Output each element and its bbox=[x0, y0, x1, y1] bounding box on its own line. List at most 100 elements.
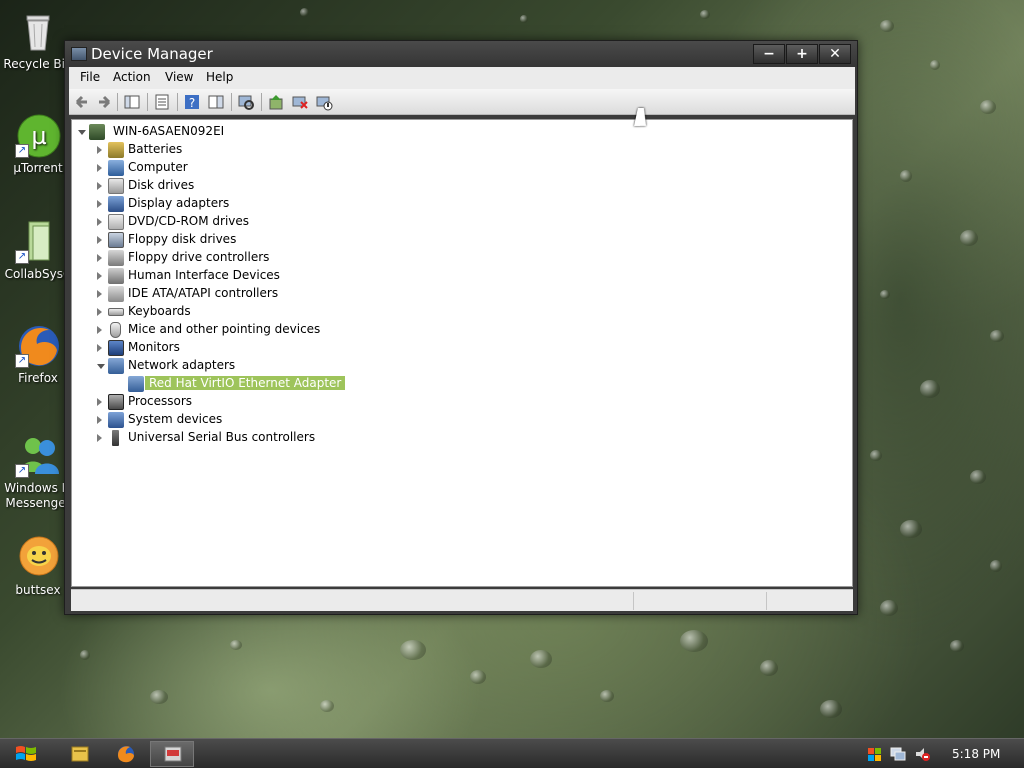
expand-arrow-icon[interactable] bbox=[97, 254, 102, 262]
toolbar-separator bbox=[261, 93, 262, 111]
windows-logo-icon bbox=[16, 746, 36, 761]
device-manager-window[interactable]: Device Manager − + ✕ File Action View He… bbox=[64, 40, 858, 615]
window-title: Device Manager bbox=[91, 45, 213, 63]
ide-controller-icon bbox=[108, 286, 124, 302]
disk-drive-icon bbox=[108, 178, 124, 194]
scan-hardware-changes-icon[interactable] bbox=[237, 93, 255, 111]
volume-muted-icon[interactable] bbox=[914, 746, 930, 762]
expand-arrow-icon[interactable] bbox=[97, 182, 102, 190]
collapse-arrow-icon[interactable] bbox=[97, 364, 105, 369]
battery-icon bbox=[108, 142, 124, 158]
tree-item-label: Keyboards bbox=[128, 304, 191, 318]
device-tree[interactable]: WIN-6ASAEN092EI Batteries Computer Disk … bbox=[71, 119, 853, 587]
hid-icon bbox=[108, 268, 124, 284]
system-device-icon bbox=[108, 412, 124, 428]
taskbar-explorer-button[interactable] bbox=[58, 741, 102, 767]
expand-arrow-icon[interactable] bbox=[97, 146, 102, 154]
menu-action[interactable]: Action bbox=[113, 70, 151, 84]
network-tray-icon[interactable] bbox=[890, 746, 906, 762]
menu-help[interactable]: Help bbox=[206, 70, 233, 84]
toolbar-separator bbox=[147, 93, 148, 111]
help-icon[interactable]: ? bbox=[183, 93, 201, 111]
title-bar[interactable]: Device Manager − + ✕ bbox=[65, 41, 857, 67]
tree-item-label: Floppy drive controllers bbox=[128, 250, 270, 264]
tree-item-label: Computer bbox=[128, 160, 188, 174]
expand-arrow-icon[interactable] bbox=[97, 164, 102, 172]
show-hide-action-pane-icon[interactable] bbox=[207, 93, 225, 111]
tree-item-label: IDE ATA/ATAPI controllers bbox=[128, 286, 279, 300]
network-adapter-icon bbox=[128, 376, 144, 392]
menu-file[interactable]: File bbox=[80, 70, 100, 84]
device-manager-app-icon bbox=[71, 47, 87, 61]
expand-arrow-icon[interactable] bbox=[97, 236, 102, 244]
computer-icon bbox=[108, 160, 124, 176]
expand-arrow-icon[interactable] bbox=[97, 326, 102, 334]
monitor-icon bbox=[108, 340, 124, 356]
usb-icon bbox=[112, 430, 119, 446]
expand-arrow-icon[interactable] bbox=[97, 218, 102, 226]
display-adapter-icon bbox=[108, 196, 124, 212]
tree-root-label: WIN-6ASAEN092EI bbox=[113, 124, 225, 138]
disable-device-icon[interactable] bbox=[315, 93, 333, 111]
expand-arrow-icon[interactable] bbox=[97, 272, 102, 280]
tree-item-label: Display adapters bbox=[128, 196, 230, 210]
tree-item-label: Mice and other pointing devices bbox=[128, 322, 321, 336]
keyboard-icon bbox=[108, 308, 124, 316]
utorrent-icon: µ ↗ bbox=[15, 112, 61, 158]
dvd-drive-icon bbox=[108, 214, 124, 230]
taskbar-device-manager-button[interactable] bbox=[150, 741, 194, 767]
tree-item-label: System devices bbox=[128, 412, 223, 426]
status-divider bbox=[766, 592, 767, 610]
back-icon[interactable] bbox=[73, 93, 91, 111]
status-bar bbox=[71, 589, 853, 611]
taskbar-clock[interactable]: 5:18 PM bbox=[952, 747, 1000, 761]
menu-view[interactable]: View bbox=[165, 70, 193, 84]
tree-item-label: Floppy disk drives bbox=[128, 232, 237, 246]
shortcut-arrow-icon: ↗ bbox=[15, 464, 29, 478]
close-button[interactable]: ✕ bbox=[819, 44, 851, 64]
tree-item-label: Red Hat VirtIO Ethernet Adapter bbox=[145, 376, 346, 390]
uninstall-device-icon[interactable] bbox=[291, 93, 309, 111]
floppy-disk-icon bbox=[108, 232, 124, 248]
properties-icon[interactable] bbox=[153, 93, 171, 111]
expand-arrow-icon[interactable] bbox=[97, 308, 102, 316]
network-adapter-icon bbox=[108, 358, 124, 374]
svg-text:µ: µ bbox=[31, 122, 46, 150]
svg-text:?: ? bbox=[189, 96, 195, 110]
taskbar: 5:18 PM bbox=[0, 738, 1024, 768]
computer-icon bbox=[89, 124, 105, 140]
menu-bar: File Action View Help bbox=[69, 67, 855, 89]
show-hide-console-tree-icon[interactable] bbox=[123, 93, 141, 111]
toolbar-separator bbox=[117, 93, 118, 111]
recycle-bin-icon bbox=[15, 8, 61, 54]
collapse-arrow-icon[interactable] bbox=[78, 130, 86, 135]
controller-icon bbox=[108, 250, 124, 266]
tree-item-label: Batteries bbox=[128, 142, 183, 156]
expand-arrow-icon[interactable] bbox=[97, 290, 102, 298]
minimize-button[interactable]: − bbox=[753, 44, 785, 64]
update-driver-icon[interactable] bbox=[267, 93, 285, 111]
collabsys-icon: ↗ bbox=[15, 218, 61, 264]
expand-arrow-icon[interactable] bbox=[97, 344, 102, 352]
start-button[interactable] bbox=[14, 743, 38, 765]
expand-arrow-icon[interactable] bbox=[97, 434, 102, 442]
action-center-flag-icon[interactable] bbox=[866, 746, 882, 762]
shortcut-arrow-icon: ↗ bbox=[15, 144, 29, 158]
firefox-icon: ↗ bbox=[15, 322, 61, 368]
processor-icon bbox=[108, 394, 124, 410]
tree-item-label: Processors bbox=[128, 394, 193, 408]
expand-arrow-icon[interactable] bbox=[97, 398, 102, 406]
taskbar-firefox-button[interactable] bbox=[104, 741, 148, 767]
shortcut-arrow-icon: ↗ bbox=[15, 250, 29, 264]
tree-item-label: DVD/CD-ROM drives bbox=[128, 214, 250, 228]
forward-icon[interactable] bbox=[95, 93, 113, 111]
shortcut-arrow-icon: ↗ bbox=[15, 354, 29, 368]
toolbar: ? bbox=[69, 89, 855, 115]
maximize-button[interactable]: + bbox=[786, 44, 818, 64]
mouse-icon bbox=[110, 322, 121, 338]
expand-arrow-icon[interactable] bbox=[97, 416, 102, 424]
expand-arrow-icon[interactable] bbox=[97, 200, 102, 208]
tree-item-label: Network adapters bbox=[128, 358, 236, 372]
tree-item-label: Universal Serial Bus controllers bbox=[128, 430, 316, 444]
smiley-icon bbox=[15, 534, 61, 580]
